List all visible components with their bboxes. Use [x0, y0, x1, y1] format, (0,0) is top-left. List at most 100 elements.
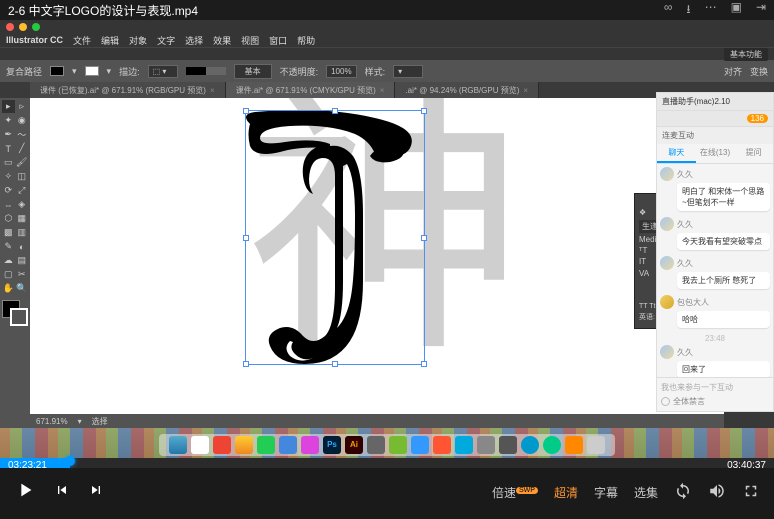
- width-tool[interactable]: ⇔: [2, 198, 15, 211]
- resize-handle[interactable]: [421, 235, 427, 241]
- prev-button[interactable]: [54, 482, 70, 503]
- dock-app[interactable]: [521, 436, 539, 454]
- perspective-tool[interactable]: ▦: [16, 212, 29, 225]
- shaper-tool[interactable]: ✧: [2, 170, 15, 183]
- curvature-tool[interactable]: 〜: [16, 128, 29, 141]
- type-tool[interactable]: T: [2, 142, 15, 155]
- color-controls[interactable]: [2, 300, 28, 326]
- dock-app[interactable]: [477, 436, 495, 454]
- close-icon[interactable]: ×: [523, 86, 528, 95]
- dock-app[interactable]: [279, 436, 297, 454]
- opacity-field[interactable]: 100%: [326, 65, 356, 78]
- dock-app[interactable]: [433, 436, 451, 454]
- chat-messages[interactable]: 久久 明白了 和宋体一个思路~但笔划不一样 久久 今天我看有望突破零点 久久 我…: [657, 164, 773, 377]
- fullscreen-icon[interactable]: [742, 482, 760, 503]
- align-link[interactable]: 对齐: [724, 65, 742, 78]
- dock-trash[interactable]: [587, 436, 605, 454]
- symbol-sprayer-tool[interactable]: ☁: [2, 254, 15, 267]
- zoom-tool[interactable]: 🔍: [16, 282, 29, 295]
- magic-wand-tool[interactable]: ✦: [2, 114, 15, 127]
- resize-handle[interactable]: [243, 235, 249, 241]
- menu-window[interactable]: 窗口: [269, 34, 287, 47]
- share-icon[interactable]: ∞: [664, 0, 673, 21]
- dock-app[interactable]: [367, 436, 385, 454]
- resize-handle[interactable]: [332, 361, 338, 367]
- resize-handle[interactable]: [243, 361, 249, 367]
- brush-preview[interactable]: [186, 67, 226, 75]
- pip-icon[interactable]: ▣: [731, 0, 742, 21]
- download-icon[interactable]: ⭳: [686, 0, 690, 21]
- dock-app[interactable]: [543, 436, 561, 454]
- stroke-weight-field[interactable]: ⬚ ▾: [148, 65, 178, 78]
- menu-effect[interactable]: 效果: [213, 34, 231, 47]
- dock-app[interactable]: [565, 436, 583, 454]
- dock-app[interactable]: [235, 436, 253, 454]
- resize-handle[interactable]: [243, 108, 249, 114]
- menu-type[interactable]: 文字: [157, 34, 175, 47]
- dock-app[interactable]: [257, 436, 275, 454]
- scale-tool[interactable]: ⤢: [16, 184, 29, 197]
- gradient-tool[interactable]: ▥: [16, 226, 29, 239]
- rectangle-tool[interactable]: ▭: [2, 156, 15, 169]
- doc-tab-1[interactable]: 课件 (已恢复).ai* @ 671.91% (RGB/GPU 预览)×: [30, 82, 226, 98]
- canvas[interactable]: 神 671.91% ▾ 选择: [30, 98, 724, 428]
- close-icon[interactable]: ×: [380, 86, 385, 95]
- dock-app-illustrator[interactable]: Ai: [345, 436, 363, 454]
- doc-tab-2[interactable]: 课件.ai* @ 671.91% (CMYK/GPU 预览)×: [226, 82, 396, 98]
- blend-tool[interactable]: ◐: [16, 240, 29, 253]
- dock-app[interactable]: [455, 436, 473, 454]
- dock-app[interactable]: [191, 436, 209, 454]
- dock-app[interactable]: [213, 436, 231, 454]
- menu-object[interactable]: 对象: [129, 34, 147, 47]
- slice-tool[interactable]: ✂: [16, 268, 29, 281]
- selection-bounding-box[interactable]: [245, 110, 425, 365]
- playback-speed[interactable]: 倍速SWP: [492, 484, 538, 501]
- mesh-tool[interactable]: ▩: [2, 226, 15, 239]
- menu-view[interactable]: 视图: [241, 34, 259, 47]
- rotate-tool[interactable]: ⟳: [2, 184, 15, 197]
- close-window-icon[interactable]: [6, 23, 14, 31]
- next-button[interactable]: [88, 482, 104, 503]
- more-icon[interactable]: ⋯: [705, 0, 717, 21]
- menu-edit[interactable]: 编辑: [101, 34, 119, 47]
- play-button[interactable]: [14, 479, 36, 506]
- direct-selection-tool[interactable]: ▹: [16, 100, 29, 113]
- dock-app-photoshop[interactable]: Ps: [323, 436, 341, 454]
- dock-app[interactable]: [301, 436, 319, 454]
- menu-file[interactable]: 文件: [73, 34, 91, 47]
- hand-tool[interactable]: ✋: [2, 282, 15, 295]
- resize-handle[interactable]: [421, 108, 427, 114]
- paintbrush-tool[interactable]: 🖌: [16, 156, 29, 169]
- doc-tab-3[interactable]: .ai* @ 94.24% (RGB/GPU 预览)×: [395, 82, 539, 98]
- chat-input[interactable]: 我也来参与一下互动: [661, 382, 769, 393]
- dock-app[interactable]: [389, 436, 407, 454]
- chat-tab-qa[interactable]: 提问: [734, 144, 773, 163]
- brush-basic[interactable]: 基本: [234, 64, 272, 79]
- menu-select[interactable]: 选择: [185, 34, 203, 47]
- shape-builder-tool[interactable]: ⬡: [2, 212, 15, 225]
- mute-all-toggle[interactable]: 全体禁言: [661, 396, 769, 407]
- stroke-color[interactable]: [10, 308, 28, 326]
- dock-app[interactable]: [499, 436, 517, 454]
- artboard-tool[interactable]: ▢: [2, 268, 15, 281]
- eraser-tool[interactable]: ◫: [16, 170, 29, 183]
- dock-app[interactable]: [411, 436, 429, 454]
- lasso-tool[interactable]: ◉: [16, 114, 29, 127]
- chat-input-area[interactable]: 我也来参与一下互动 全体禁言: [657, 377, 773, 411]
- pen-tool[interactable]: ✒: [2, 128, 15, 141]
- episode-selector[interactable]: 选集: [634, 484, 658, 501]
- video-progress-bar[interactable]: [0, 458, 774, 468]
- free-transform-tool[interactable]: ◈: [16, 198, 29, 211]
- quality-selector[interactable]: 超清: [554, 484, 578, 501]
- eyedropper-tool[interactable]: ✎: [2, 240, 15, 253]
- workspace-switcher[interactable]: 基本功能: [724, 48, 768, 61]
- maximize-window-icon[interactable]: [32, 23, 40, 31]
- resize-handle[interactable]: [421, 361, 427, 367]
- chat-tab-online[interactable]: 在线(13): [696, 144, 735, 163]
- close-icon[interactable]: ×: [210, 86, 215, 95]
- transform-link[interactable]: 变换: [750, 65, 768, 78]
- chat-tab-chat[interactable]: 聊天: [657, 144, 696, 163]
- style-field[interactable]: ▾: [393, 65, 423, 78]
- loop-icon[interactable]: [674, 482, 692, 503]
- volume-icon[interactable]: [708, 482, 726, 503]
